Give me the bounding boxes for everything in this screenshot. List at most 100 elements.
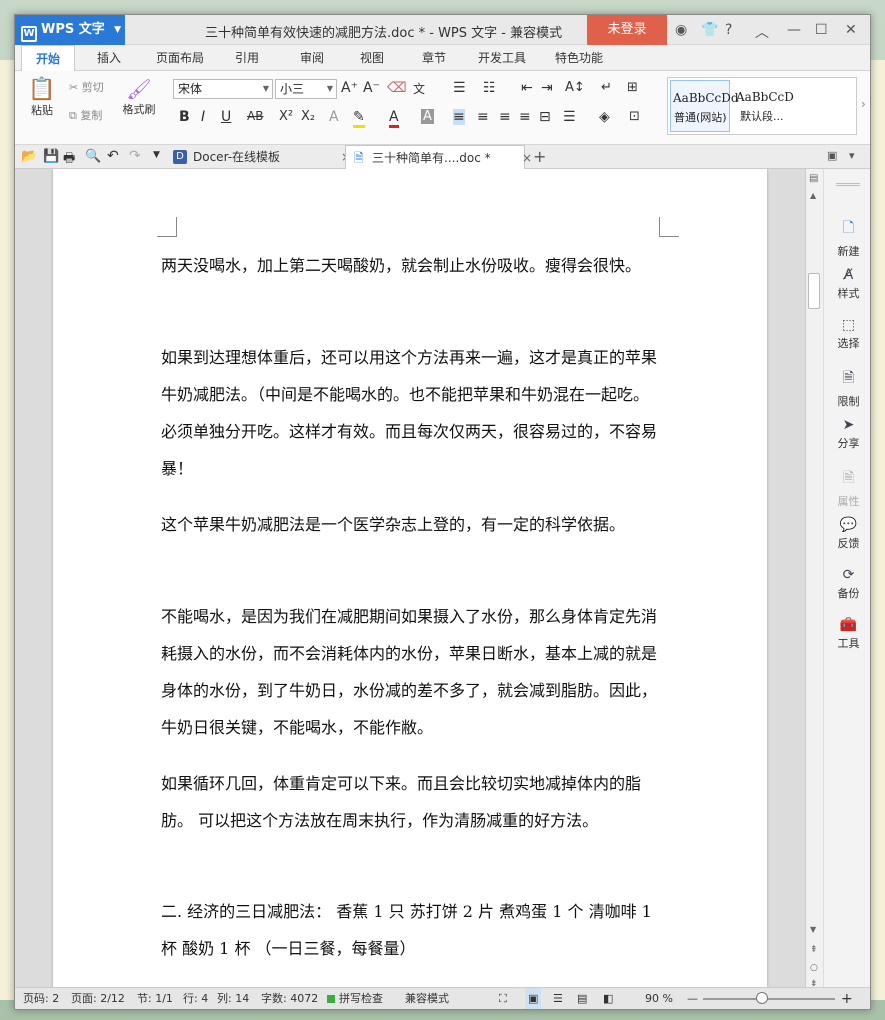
format-painter-button[interactable]: 🖌 格式刷: [119, 77, 159, 117]
minimize-icon[interactable]: —: [787, 22, 801, 38]
docer-icon: D: [173, 150, 187, 164]
status-spell-check[interactable]: 拼写检查: [339, 988, 383, 1009]
document-page[interactable]: 两天没喝水，加上第二天喝酸奶，就会制止水份吸收。瘦得会很快。 如果到达理想体重后…: [53, 169, 767, 987]
tab-references[interactable]: 引用: [225, 45, 269, 71]
decrease-indent-icon[interactable]: ⇤: [521, 80, 533, 96]
tab-menu-icon[interactable]: ▾: [849, 149, 855, 162]
highlight-icon[interactable]: ✎: [353, 109, 365, 128]
tab-page-layout[interactable]: 页面布局: [145, 45, 215, 71]
web-view-icon[interactable]: ▤: [577, 988, 587, 1009]
zoom-out-icon[interactable]: —: [687, 988, 698, 1009]
sidebar-item-style[interactable]: A̸ 样式: [824, 267, 870, 301]
align-right-icon[interactable]: ≡: [499, 109, 511, 125]
copy-button[interactable]: ⧉ 复制: [69, 107, 102, 123]
tab-special-features[interactable]: 特色功能: [547, 45, 611, 71]
sidebar-item-restrict[interactable]: 🗎 限制: [824, 367, 870, 409]
status-word-count[interactable]: 字数: 4072: [261, 988, 318, 1009]
sidebar-item-tools[interactable]: 🧰 工具: [824, 617, 870, 651]
help-icon[interactable]: ?: [725, 22, 732, 38]
fullscreen-icon[interactable]: ⛶: [499, 988, 507, 1009]
bullet-list-icon[interactable]: ☰: [453, 80, 466, 96]
zoom-slider-thumb[interactable]: [756, 992, 768, 1004]
tab-list-icon[interactable]: ▣: [827, 149, 837, 162]
gallery-scroll-icon[interactable]: ›: [861, 97, 866, 111]
page-view-icon[interactable]: ▣: [525, 988, 542, 1009]
tab-view[interactable]: 视图: [351, 45, 393, 71]
previous-page-icon[interactable]: ⇞: [810, 945, 818, 955]
superscript-icon[interactable]: X²: [279, 109, 293, 124]
sidebar-item-share[interactable]: ➤ 分享: [824, 417, 870, 451]
doc-tab-label: 三十种简单有....doc *: [372, 151, 491, 165]
underline-icon[interactable]: U: [221, 109, 231, 125]
sidebar-item-properties[interactable]: 🗎 属性: [824, 467, 870, 509]
font-name-select[interactable]: 宋体 ▼: [173, 79, 273, 99]
tab-insert[interactable]: 插入: [83, 45, 135, 71]
undo-icon[interactable]: ↶: [107, 148, 119, 164]
font-size-select[interactable]: 小三 ▼: [275, 79, 337, 99]
justify-icon[interactable]: ≡: [519, 109, 531, 125]
skin-icon[interactable]: ◉: [675, 22, 687, 38]
increase-indent-icon[interactable]: ⇥: [541, 80, 553, 96]
app-menu-button[interactable]: W WPS 文字 ▼: [15, 15, 125, 45]
paragraph-shading-icon[interactable]: ◈: [599, 109, 610, 125]
align-left-icon[interactable]: ≡: [453, 109, 465, 125]
scroll-thumb[interactable]: [808, 273, 820, 309]
tab-docer-templates[interactable]: D Docer-在线模板 ×: [167, 145, 351, 169]
tab-review[interactable]: 审阅: [287, 45, 337, 71]
new-tab-plus-icon[interactable]: +: [533, 147, 546, 166]
show-marks-icon[interactable]: ↵: [601, 80, 612, 95]
table-icon[interactable]: ⊞: [627, 80, 638, 95]
login-button[interactable]: 未登录: [587, 15, 667, 45]
open-folder-icon[interactable]: 📂: [21, 149, 37, 164]
sort-icon[interactable]: A↕: [565, 80, 585, 95]
zoom-slider[interactable]: [703, 992, 835, 1004]
zoom-in-icon[interactable]: +: [841, 988, 853, 1009]
scroll-down-icon[interactable]: ▼: [810, 925, 816, 934]
collapse-ribbon-icon[interactable]: ︿: [755, 22, 769, 42]
tab-current-document[interactable]: 🗎 三十种简单有....doc * ×: [345, 145, 532, 169]
print-preview-icon[interactable]: 🔍: [85, 149, 101, 164]
tab-chapter[interactable]: 章节: [411, 45, 457, 71]
print-icon[interactable]: 🖶: [63, 149, 75, 171]
close-icon[interactable]: ✕: [845, 22, 857, 38]
vertical-scrollbar[interactable]: ▤ ▲ ▼ ⇞ ○ ⇟: [805, 169, 823, 989]
browse-object-icon[interactable]: ○: [810, 963, 818, 973]
close-tab-icon[interactable]: ×: [522, 146, 532, 170]
outline-view-icon[interactable]: ☰: [553, 988, 563, 1009]
sidebar-item-select[interactable]: ⬚ 选择: [824, 317, 870, 351]
subscript-icon[interactable]: X₂: [301, 109, 315, 124]
italic-icon[interactable]: I: [201, 109, 205, 125]
redo-icon[interactable]: ↷: [129, 148, 141, 164]
tab-home[interactable]: 开始: [21, 45, 75, 71]
scroll-mode-icon[interactable]: ▤: [809, 173, 818, 184]
sidebar-item-new[interactable]: 🗋 新建: [824, 217, 870, 259]
shirt-icon[interactable]: 👕: [701, 22, 718, 38]
tab-developer[interactable]: 开发工具: [471, 45, 533, 71]
style-default-paragraph[interactable]: AaBbCcDd 默认段...: [734, 80, 794, 132]
numbered-list-icon[interactable]: ☷: [483, 80, 496, 96]
strikethrough-icon[interactable]: AB: [247, 109, 263, 123]
grow-font-icon[interactable]: A⁺: [341, 80, 358, 96]
scroll-up-icon[interactable]: ▲: [810, 191, 816, 200]
maximize-icon[interactable]: ☐: [815, 22, 828, 38]
reading-view-icon[interactable]: ◧: [603, 988, 613, 1009]
bold-icon[interactable]: B: [179, 109, 190, 125]
paste-button[interactable]: 📋 粘贴: [25, 77, 59, 118]
zoom-level[interactable]: 90 %: [645, 988, 673, 1009]
phonetic-icon[interactable]: 文: [413, 80, 425, 97]
line-spacing-icon[interactable]: ☰: [563, 109, 576, 125]
shrink-font-icon[interactable]: A⁻: [363, 80, 380, 96]
sidebar-item-feedback[interactable]: 💬 反馈: [824, 517, 870, 551]
text-effect-icon[interactable]: A: [329, 109, 339, 125]
save-icon[interactable]: 💾: [43, 149, 59, 164]
align-center-icon[interactable]: ≡: [477, 109, 489, 125]
border-icon[interactable]: ⊡: [629, 109, 640, 124]
sidebar-item-backup[interactable]: ⟳ 备份: [824, 567, 870, 601]
char-shading-icon[interactable]: A: [421, 109, 434, 124]
customize-chevron-icon[interactable]: ▼: [153, 150, 160, 160]
distribute-icon[interactable]: ⊟: [539, 109, 551, 125]
clear-format-icon[interactable]: ⌫: [387, 80, 407, 96]
cut-button[interactable]: ✂ 剪切: [69, 79, 104, 95]
style-normal-web[interactable]: AaBbCcDd 普通(网站): [670, 80, 739, 132]
font-color-icon[interactable]: A: [389, 109, 399, 128]
